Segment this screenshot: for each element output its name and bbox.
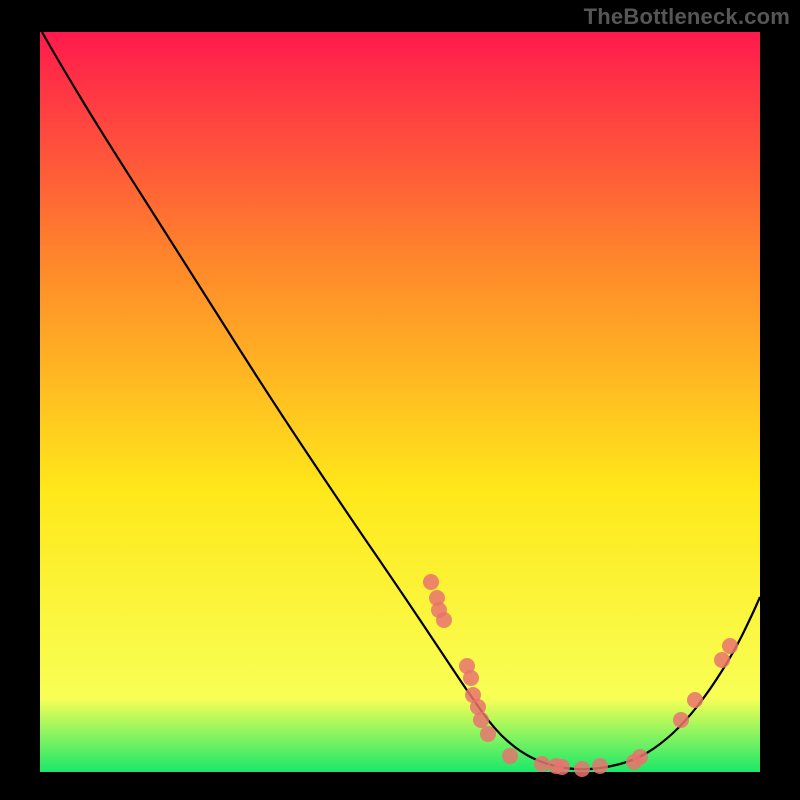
data-point — [673, 712, 689, 728]
watermark: TheBottleneck.com — [584, 4, 790, 30]
data-point — [592, 758, 608, 774]
chart-frame: TheBottleneck.com — [0, 0, 800, 800]
data-point — [423, 574, 439, 590]
data-point — [714, 652, 730, 668]
data-point — [480, 726, 496, 742]
data-point — [534, 756, 550, 772]
data-point — [554, 759, 570, 775]
data-point — [687, 692, 703, 708]
plot-svg — [0, 0, 800, 800]
data-point — [574, 761, 590, 777]
data-point — [463, 670, 479, 686]
data-point — [722, 638, 738, 654]
plot-background — [40, 32, 760, 772]
data-point — [632, 749, 648, 765]
data-point — [473, 712, 489, 728]
data-point — [436, 612, 452, 628]
data-point — [502, 748, 518, 764]
